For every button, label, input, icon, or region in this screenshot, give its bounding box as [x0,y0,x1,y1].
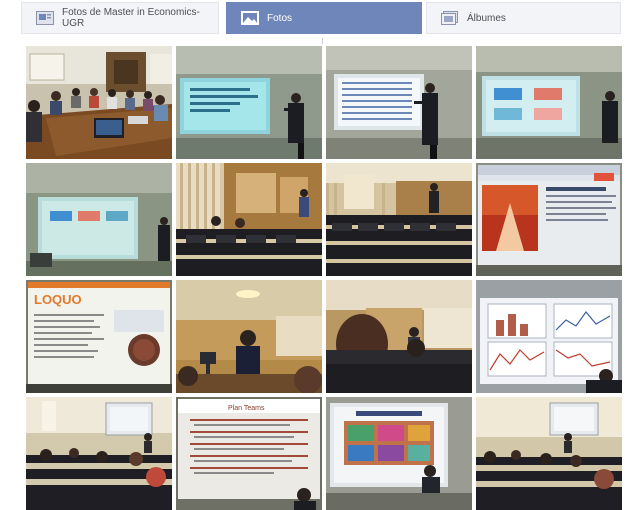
photo-thumbnail[interactable] [176,46,322,159]
photo-caption: Plan Teams [228,405,265,412]
photo-thumbnail[interactable] [476,163,622,276]
photo-thumbnail[interactable] [476,46,622,159]
photo-caption: LOQUO [34,292,82,307]
photo-thumbnail[interactable] [176,280,322,393]
photo-thumbnail[interactable] [176,163,322,276]
photo-thumbnail[interactable]: Plan Teams [176,397,322,510]
photo-thumbnail[interactable] [326,397,472,510]
photo-grid: LOQUO Plan Teams [26,46,626,510]
photos-icon [241,11,259,25]
page-icon [36,11,54,25]
photo-thumbnail[interactable]: LOQUO [26,280,172,393]
photo-thumbnail[interactable] [26,397,172,510]
photo-thumbnail[interactable] [326,163,472,276]
photo-thumbnail[interactable] [326,46,472,159]
photo-thumbnail[interactable] [26,46,172,159]
photo-tabs: Fotos de Master in Economics-UGR Fotos Á… [21,2,621,36]
photo-thumbnail[interactable] [476,280,622,393]
tab-photos[interactable]: Fotos [226,2,422,34]
tab-page-photos[interactable]: Fotos de Master in Economics-UGR [21,2,219,34]
tab-label: Álbumes [467,12,506,24]
tab-label: Fotos [267,12,293,24]
tab-label: Fotos de Master in Economics-UGR [62,7,200,29]
photo-thumbnail[interactable] [26,163,172,276]
photo-thumbnail[interactable] [326,280,472,393]
photo-thumbnail[interactable] [476,397,622,510]
tab-albums[interactable]: Álbumes [426,2,621,34]
divider [322,38,323,44]
albums-icon [441,11,459,25]
